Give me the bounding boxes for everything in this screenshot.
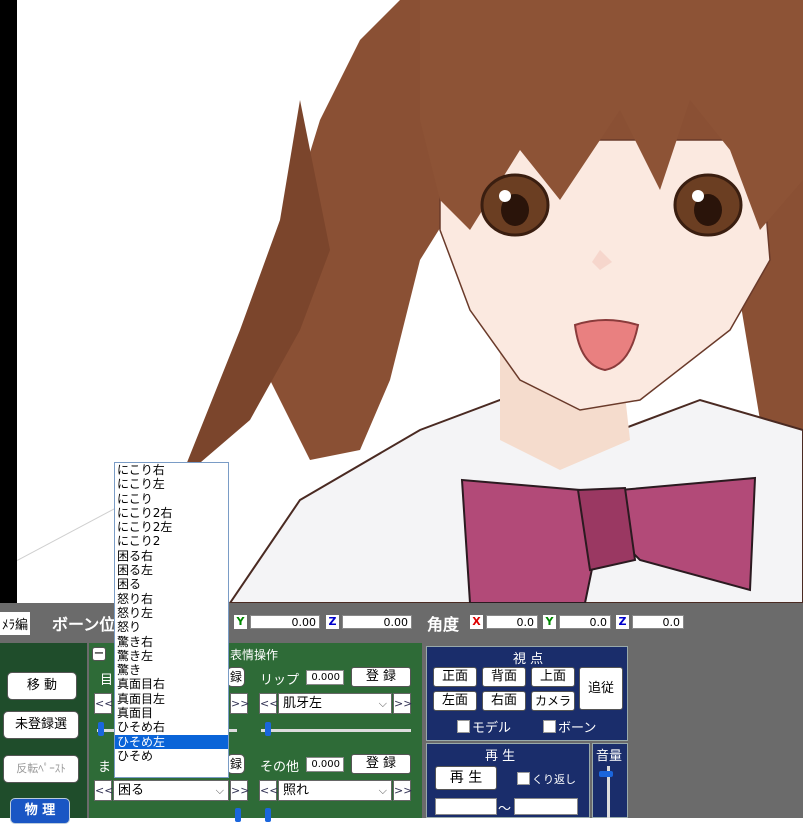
bone-checkbox-label: ボーン [558, 721, 597, 736]
pos-z-axis: Z [326, 615, 339, 629]
dropdown-option[interactable]: ひそめ右 [115, 720, 228, 734]
dropdown-option[interactable]: にこり左 [115, 477, 228, 491]
other-register-button[interactable]: 登 録 [351, 754, 411, 774]
playback-panel: 再 生 再 生 くり返し 〜 [426, 743, 590, 818]
ang-y-field[interactable]: 0.0 [559, 615, 611, 629]
pos-y-axis: Y [234, 615, 247, 629]
dropdown-option[interactable]: 驚き右 [115, 635, 228, 649]
dropdown-option[interactable]: にこり [115, 492, 228, 506]
brow-register-button[interactable]: 録 [227, 754, 245, 774]
flip-paste-button[interactable]: 反転ﾍﾟｰｽﾄ [3, 755, 79, 783]
expression-dropdown-list[interactable]: にこり右 にこり左 にこり にこり2右 にこり2左 にこり2 困る右 困る左 困る 怒り右 怒り左怒… [114, 462, 229, 778]
dropdown-option[interactable]: にこり2 [115, 534, 228, 548]
move-button[interactable]: 移 動 [7, 672, 77, 700]
range-separator: 〜 [498, 802, 512, 817]
other-slider-thumb[interactable] [265, 808, 271, 822]
pos-z-field[interactable]: 0.00 [342, 615, 412, 629]
eye-next-button[interactable]: >> [230, 693, 249, 714]
brow-slider-thumb[interactable] [235, 808, 241, 822]
lip-label: リップ [260, 673, 300, 688]
view-front-button[interactable]: 正面 [433, 667, 477, 687]
dropdown-option[interactable]: ひそめ左 [115, 734, 228, 749]
view-right-button[interactable]: 右面 [482, 691, 526, 711]
eye-register-button[interactable]: 録 [227, 667, 245, 687]
view-camera-button[interactable]: カメラ [531, 691, 575, 711]
volume-panel: 音量 [592, 743, 628, 818]
ang-z-axis: Z [616, 615, 629, 629]
other-value-field[interactable]: 0.000 [306, 757, 344, 772]
view-back-button[interactable]: 背面 [482, 667, 526, 687]
chevron-down-icon: ⌵ [378, 697, 387, 710]
eye-prev-button[interactable]: << [94, 693, 113, 714]
brow-select-value: 困る [118, 783, 145, 798]
volume-title: 音量 [596, 749, 623, 764]
chevron-down-icon: ⌵ [378, 784, 387, 797]
dropdown-option[interactable]: 怒り左 [115, 606, 228, 620]
ang-z-field[interactable]: 0.0 [632, 615, 684, 629]
dropdown-option[interactable]: にこり2左 [115, 520, 228, 534]
dropdown-option[interactable]: 真面目左 [115, 692, 228, 706]
lip-slider[interactable] [261, 729, 411, 732]
pos-y-field[interactable]: 0.00 [250, 615, 320, 629]
lip-next-button[interactable]: >> [393, 693, 412, 714]
collapse-icon[interactable]: − [92, 647, 106, 661]
dropdown-option[interactable]: 困る左 [115, 563, 228, 577]
other-label: その他 [260, 760, 300, 775]
model-checkbox[interactable] [457, 720, 470, 733]
lip-select-value: 肌牙左 [283, 696, 323, 711]
dropdown-option[interactable]: にこり2右 [115, 506, 228, 520]
lip-value-field[interactable]: 0.000 [306, 670, 344, 685]
model-checkbox-label: モデル [472, 721, 512, 736]
dropdown-option[interactable]: ひそめ [115, 749, 228, 763]
lip-slider-thumb[interactable] [265, 722, 271, 736]
face-panel-title: 表情操作 [230, 648, 279, 662]
dropdown-option[interactable]: 怒り右 [115, 592, 228, 606]
chevron-down-icon: ⌵ [215, 784, 224, 797]
other-next-button[interactable]: >> [393, 780, 412, 801]
ang-x-axis: X [470, 615, 483, 629]
brow-next-button[interactable]: >> [230, 780, 249, 801]
brow-label: ま [98, 760, 112, 775]
dropdown-option[interactable]: にこり右 [115, 463, 228, 477]
dropdown-option[interactable]: 驚き [115, 663, 228, 677]
repeat-checkbox[interactable] [517, 772, 530, 785]
eye-slider-thumb[interactable] [98, 722, 104, 736]
dropdown-option[interactable]: 困る右 [115, 549, 228, 563]
bone-checkbox[interactable] [543, 720, 556, 733]
eye-label: 目 [100, 673, 114, 688]
dropdown-option[interactable]: 怒り [115, 620, 228, 634]
angle-label: 角度 [427, 615, 460, 634]
bone-tools-panel: 移 動 未登録選 反転ﾍﾟｰｽﾄ 物 理 [0, 643, 87, 824]
ang-y-axis: Y [543, 615, 556, 629]
range-start-field[interactable] [435, 798, 497, 815]
viewpoint-panel: 視 点 正面 背面 上面 追従 左面 右面 カメラ モデル ボーン [426, 646, 628, 741]
dropdown-option[interactable]: 真面目 [115, 706, 228, 720]
other-select-value: 照れ [283, 783, 310, 798]
view-follow-button[interactable]: 追従 [579, 667, 623, 710]
ang-x-field[interactable]: 0.0 [486, 615, 538, 629]
repeat-label: くり返し [532, 773, 576, 786]
dropdown-option[interactable]: 困る [115, 577, 228, 591]
range-end-field[interactable] [514, 798, 578, 815]
viewpoint-title: 視 点 [513, 652, 544, 667]
lip-prev-button[interactable]: << [259, 693, 278, 714]
lip-register-button[interactable]: 登 録 [351, 667, 411, 687]
playback-title: 再 生 [485, 749, 516, 764]
physics-button[interactable]: 物 理 [10, 798, 70, 824]
view-top-button[interactable]: 上面 [531, 667, 575, 687]
brow-prev-button[interactable]: << [94, 780, 113, 801]
unregistered-select-button[interactable]: 未登録選 [3, 711, 79, 739]
other-prev-button[interactable]: << [259, 780, 278, 801]
dropdown-option[interactable]: 驚き左 [115, 649, 228, 663]
view-left-button[interactable]: 左面 [433, 691, 477, 711]
other-select[interactable]: 照れ ⌵ [278, 780, 392, 801]
play-button[interactable]: 再 生 [435, 766, 497, 790]
lip-select[interactable]: 肌牙左 ⌵ [278, 693, 392, 714]
volume-slider-thumb[interactable] [599, 771, 613, 777]
bone-position-title: ボーン位 [52, 615, 116, 634]
brow-select[interactable]: 困る ⌵ [113, 780, 229, 801]
tab-camera-edit[interactable]: ﾒﾗ編 [0, 612, 31, 635]
dropdown-option[interactable]: 真面目右 [115, 677, 228, 691]
